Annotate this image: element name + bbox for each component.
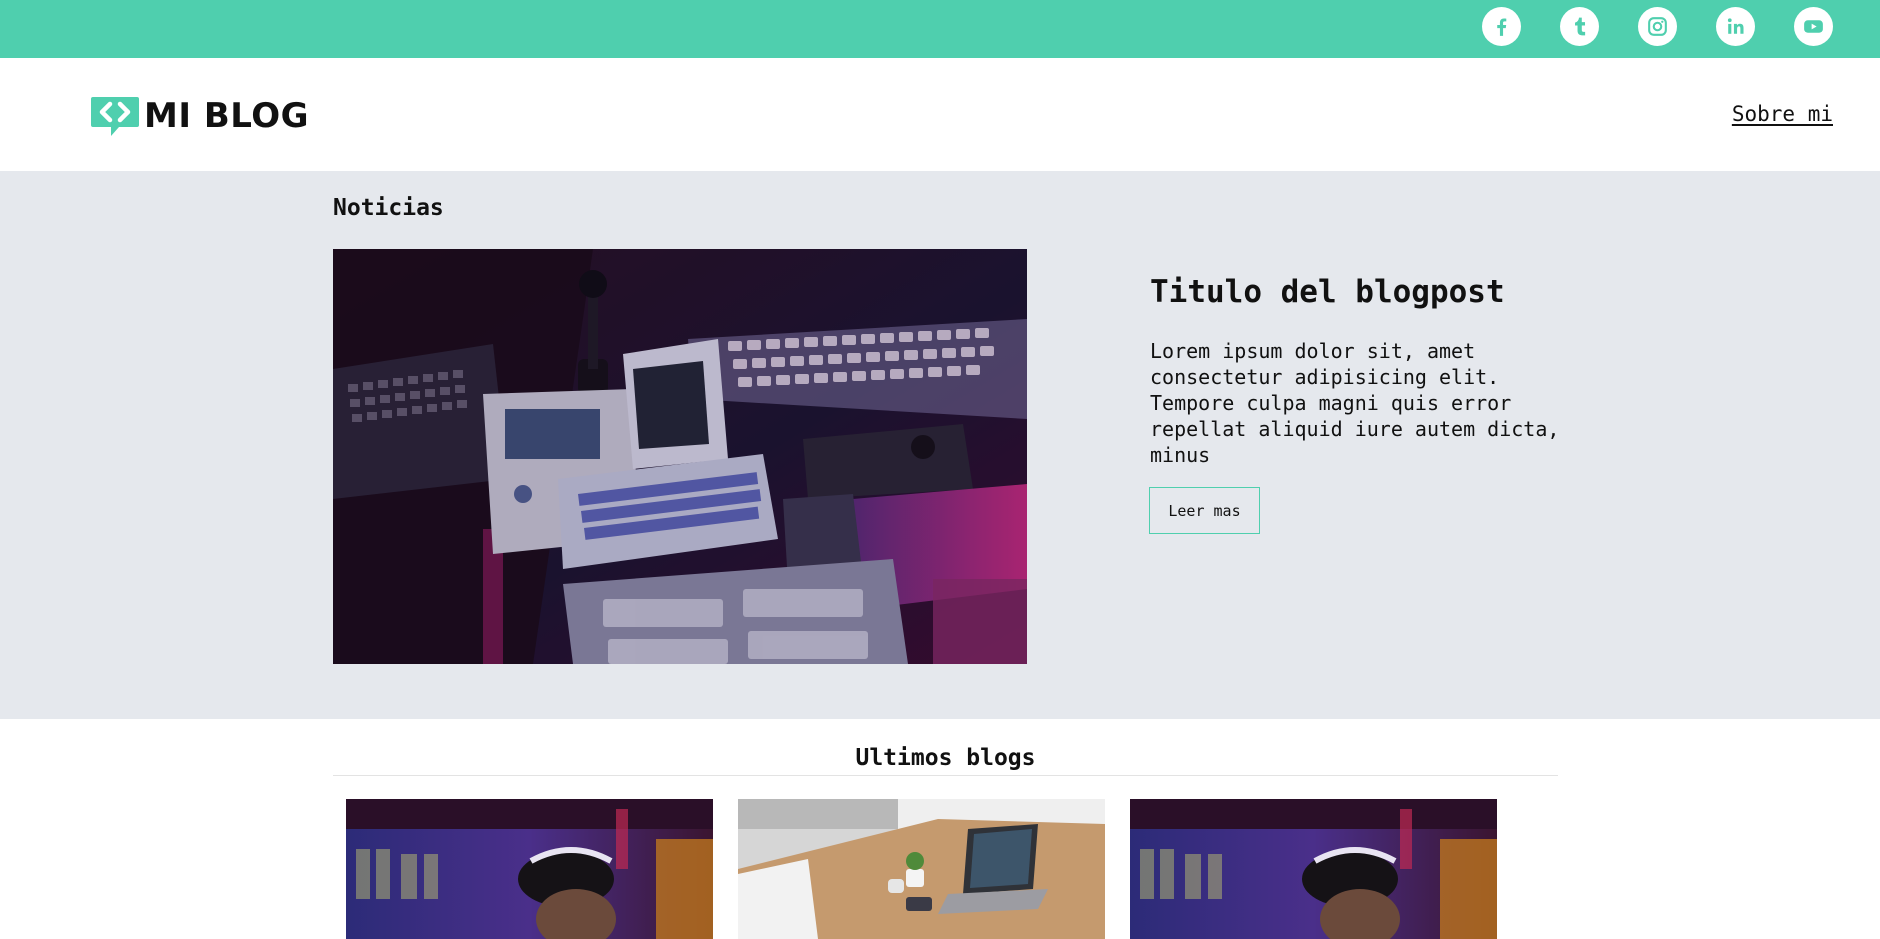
section-title: Noticias <box>333 195 444 221</box>
blog-card-image[interactable] <box>738 799 1105 939</box>
blog-cards <box>346 799 1497 939</box>
divider <box>333 775 1558 776</box>
featured-post-image[interactable] <box>333 249 1027 664</box>
facebook-icon[interactable] <box>1482 7 1521 46</box>
tumblr-icon[interactable] <box>1560 7 1599 46</box>
read-more-button[interactable]: Leer mas <box>1149 487 1260 534</box>
instagram-icon[interactable] <box>1638 7 1677 46</box>
code-bubble-icon <box>91 97 139 136</box>
site-header: MI BLOG Sobre mi <box>0 58 1880 171</box>
blog-card-image[interactable] <box>346 799 713 939</box>
latest-blogs-section: Ultimos blogs <box>0 719 1880 939</box>
post-title[interactable]: Titulo del blogpost <box>1150 274 1505 310</box>
social-links <box>1482 7 1833 46</box>
latest-blogs-title: Ultimos blogs <box>855 745 1036 771</box>
site-logo[interactable]: MI BLOG <box>90 95 309 137</box>
linkedin-icon[interactable] <box>1716 7 1755 46</box>
top-bar <box>0 0 1880 58</box>
featured-section: Noticias Titulo del blogpost Lorem ipsum… <box>0 171 1880 719</box>
nav-about-link[interactable]: Sobre mi <box>1732 102 1833 126</box>
youtube-icon[interactable] <box>1794 7 1833 46</box>
blog-card-image[interactable] <box>1130 799 1497 939</box>
post-excerpt: Lorem ipsum dolor sit, amet consectetur … <box>1150 339 1560 467</box>
logo-text: MI BLOG <box>144 96 309 136</box>
